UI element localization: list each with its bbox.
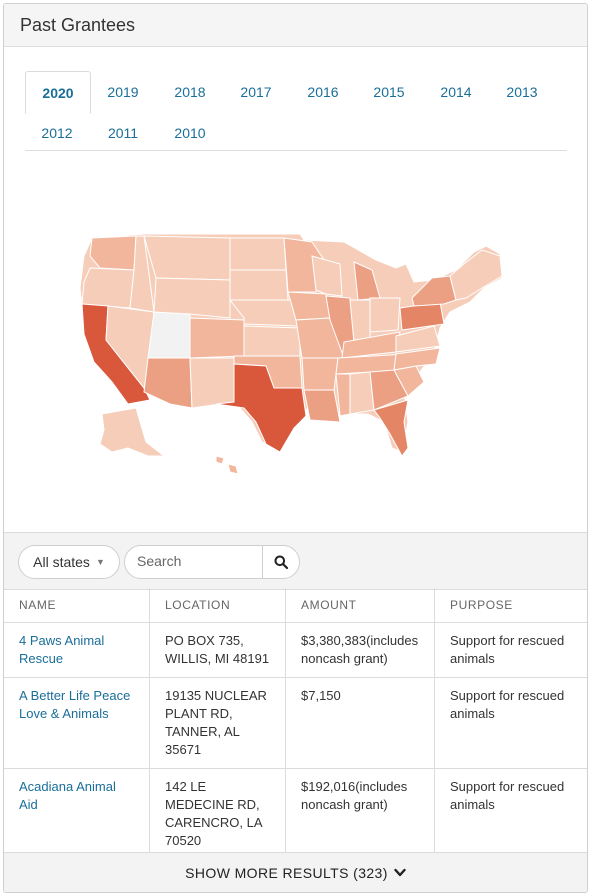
state-hawaii [215,455,239,475]
grantee-amount: $7,150 [285,677,435,769]
grantee-link[interactable]: Acadiana Animal Aid [19,779,116,812]
us-grantee-map [4,152,587,532]
search-box [124,545,300,579]
state-dropdown-label: All states [33,554,90,570]
show-more-button[interactable]: SHOW MORE RESULTS (323) [4,852,587,892]
grantee-location: 142 LE MEDECINE RD, CARENCRO, LA 70520 [149,768,286,860]
header-purpose: PURPOSE [434,588,587,623]
state-utah [147,311,191,359]
state-kansas [243,325,301,357]
tab-2019[interactable]: 2019 [91,72,155,112]
grantee-purpose: Support for rescued animals [434,768,587,860]
tab-2017[interactable]: 2017 [224,72,288,112]
state-indiana [349,299,371,343]
filter-bar: All states ▼ [4,532,587,590]
state-florida [373,399,409,457]
state-north-dakota [229,237,287,271]
state-arizona [143,357,193,409]
grantee-link[interactable]: A Better Life Peace Love & Animals [19,688,130,721]
tab-2016[interactable]: 2016 [291,72,355,112]
search-button[interactable] [262,546,299,578]
tab-2013[interactable]: 2013 [490,72,554,112]
tab-2018[interactable]: 2018 [158,72,222,112]
table-row: 4 Paws Animal Rescue PO BOX 735, WILLIS,… [4,622,587,678]
table-header-row: NAME LOCATION AMOUNT PURPOSE [4,588,587,623]
state-wyoming [153,277,231,319]
caret-down-icon: ▼ [95,557,105,567]
grantee-location: 19135 NUCLEAR PLANT RD, TANNER, AL 35671 [149,677,286,769]
state-dropdown[interactable]: All states ▼ [18,545,120,579]
table-row: Acadiana Animal Aid 142 LE MEDECINE RD, … [4,768,587,860]
state-washington [89,235,137,271]
tab-2020[interactable]: 2020 [25,71,91,114]
state-ohio [369,297,401,333]
grantee-purpose: Support for rescued animals [434,622,587,678]
grantee-location: PO BOX 735, WILLIS, MI 48191 [149,622,286,678]
header-name: NAME [4,588,150,623]
state-alaska [99,407,166,457]
tab-2015[interactable]: 2015 [357,72,421,112]
state-iowa [287,291,331,321]
state-new-mexico [189,357,235,409]
chevron-down-icon [394,868,406,877]
state-south-dakota [229,269,289,301]
state-new-york [411,275,457,307]
grantee-amount: $3,380,383(includes noncash grant) [285,622,435,678]
state-louisiana [303,389,341,423]
state-montana [143,235,231,281]
header-location: LOCATION [149,588,286,623]
grantee-link[interactable]: 4 Paws Animal Rescue [19,633,104,666]
grantees-table: NAME LOCATION AMOUNT PURPOSE 4 Paws Anim… [4,588,587,860]
us-map-svg [79,233,503,475]
grantee-amount: $192,016(includes noncash grant) [285,768,435,860]
panel-title: Past Grantees [20,14,136,35]
state-arkansas [301,357,339,391]
year-tabs: 2020 2019 2018 2017 2016 2015 2014 2013 … [25,68,567,151]
tab-2014[interactable]: 2014 [424,72,488,112]
tab-2012[interactable]: 2012 [25,113,89,153]
search-input[interactable] [125,546,273,576]
state-colorado [189,317,245,359]
state-oregon [81,267,135,309]
show-more-label: SHOW MORE RESULTS (323) [185,865,388,881]
tab-2011[interactable]: 2011 [91,113,155,153]
past-grantees-panel: Past Grantees 2020 2019 2018 2017 2016 2… [3,3,588,893]
table-row: A Better Life Peace Love & Animals 19135… [4,677,587,769]
panel-header: Past Grantees [4,4,587,47]
search-icon [274,555,288,569]
header-amount: AMOUNT [285,588,435,623]
grantee-purpose: Support for rescued animals [434,677,587,769]
tab-2010[interactable]: 2010 [158,113,222,153]
